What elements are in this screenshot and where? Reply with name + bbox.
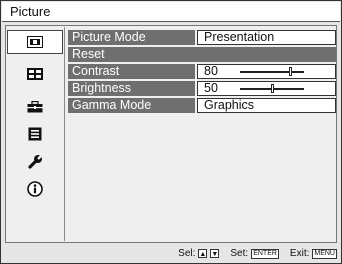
tab-picture[interactable] xyxy=(7,30,63,54)
sel-hint-label: Sel: xyxy=(178,248,196,259)
toolbox-icon xyxy=(27,101,43,113)
list-icon xyxy=(28,127,42,141)
tab-menu-settings[interactable] xyxy=(7,122,63,146)
brightness-slider-knob[interactable] xyxy=(271,84,274,93)
contrast-row[interactable]: Contrast 80 xyxy=(68,64,336,79)
menu-key-icon: MENU xyxy=(312,248,337,259)
menu-title: Picture xyxy=(2,2,340,22)
enter-key-icon: ENTER xyxy=(251,248,279,259)
signal-adjust-icon xyxy=(27,68,43,80)
picture-mode-row[interactable]: Picture Mode Presentation xyxy=(68,30,336,45)
tab-installation[interactable] xyxy=(7,150,63,174)
brightness-control[interactable]: 50 xyxy=(197,81,336,96)
exit-hint-label: Exit: xyxy=(289,248,310,259)
picture-mode-label: Picture Mode xyxy=(68,30,195,45)
wrench-icon xyxy=(28,154,43,169)
reset-label: Reset xyxy=(72,47,105,61)
contrast-slider-track[interactable] xyxy=(240,67,304,76)
contrast-control[interactable]: 80 xyxy=(197,64,336,79)
picture-mode-value[interactable]: Presentation xyxy=(197,30,336,45)
tab-information[interactable] xyxy=(7,177,63,201)
contrast-label: Contrast xyxy=(68,64,195,79)
brightness-row[interactable]: Brightness 50 xyxy=(68,81,336,96)
picture-icon xyxy=(27,36,43,48)
menu-panel: Picture Mode Presentation Reset Contrast… xyxy=(5,25,337,243)
brightness-value: 50 xyxy=(204,81,218,95)
set-hint-label: Set: xyxy=(230,248,249,259)
reset-row[interactable]: Reset xyxy=(68,47,336,62)
up-arrow-icon: ▲ xyxy=(198,249,208,258)
tab-function[interactable] xyxy=(7,95,63,119)
osd-menu-window: Picture Picture Mode Presentation Reset … xyxy=(0,0,342,264)
gamma-mode-row[interactable]: Gamma Mode Graphics xyxy=(68,98,336,113)
down-arrow-icon: ▼ xyxy=(210,249,220,258)
brightness-label: Brightness xyxy=(68,81,195,96)
contrast-value: 80 xyxy=(204,64,218,78)
menu-tab-column xyxy=(7,27,63,241)
information-icon xyxy=(27,181,43,197)
gamma-mode-value[interactable]: Graphics xyxy=(197,98,336,113)
brightness-slider-track[interactable] xyxy=(240,84,304,93)
footer-hints: Sel: ▲ ▼ Set: ENTER Exit: MENU xyxy=(178,245,337,262)
tab-divider xyxy=(64,27,65,241)
tab-signal-adjust[interactable] xyxy=(7,62,63,86)
contrast-slider-knob[interactable] xyxy=(289,67,292,76)
gamma-mode-label: Gamma Mode xyxy=(68,98,195,113)
footer-help-bar: Sel: ▲ ▼ Set: ENTER Exit: MENU xyxy=(5,245,337,262)
